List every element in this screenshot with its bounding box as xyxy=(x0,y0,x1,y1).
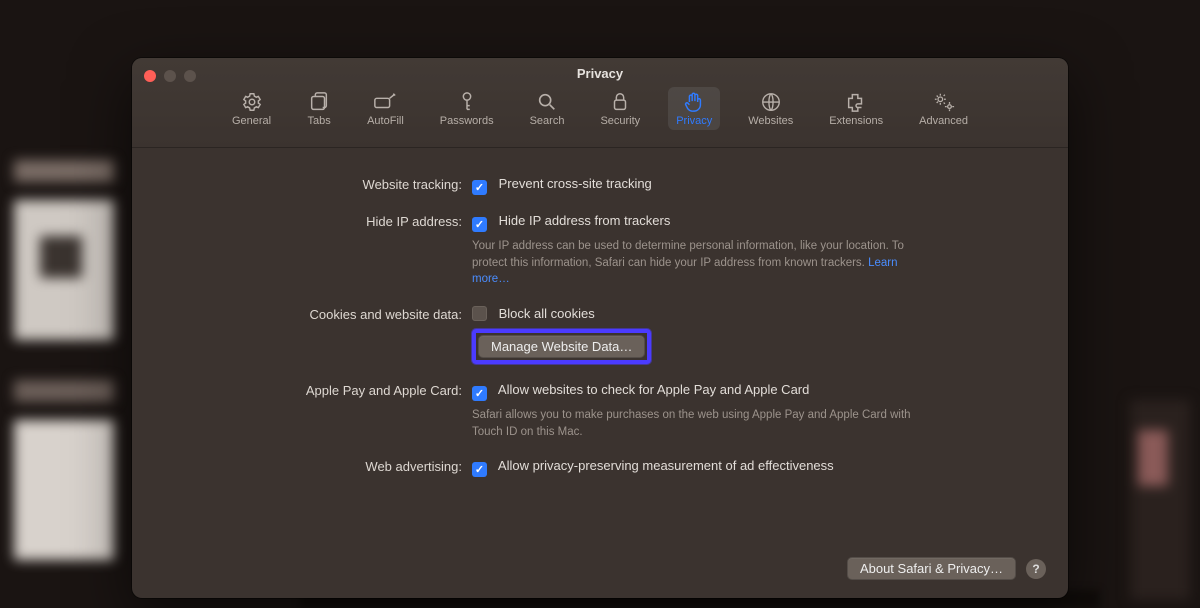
tab-websites[interactable]: Websites xyxy=(740,87,801,130)
help-text-body: Your IP address can be used to determine… xyxy=(472,240,904,269)
background-shape xyxy=(1130,400,1190,600)
preferences-window: Privacy General Tabs AutoFill Passwords … xyxy=(132,58,1068,598)
row-label: Website tracking: xyxy=(172,176,472,192)
option-label: Block all cookies xyxy=(499,306,595,321)
hide-ip-row: Hide IP address: ✓ Hide IP address from … xyxy=(172,213,1012,288)
tab-label: Advanced xyxy=(919,115,968,127)
puzzle-icon xyxy=(844,91,868,113)
tab-label: General xyxy=(232,115,271,127)
apple-pay-row: Apple Pay and Apple Card: ✓ Allow websit… xyxy=(172,382,1012,440)
tab-label: Passwords xyxy=(440,115,494,127)
tab-extensions[interactable]: Extensions xyxy=(821,87,891,130)
tab-advanced[interactable]: Advanced xyxy=(911,87,976,130)
preferences-toolbar: General Tabs AutoFill Passwords Search S… xyxy=(132,87,1068,130)
tab-label: Tabs xyxy=(307,115,330,127)
option-label: Allow privacy-preserving measurement of … xyxy=(498,458,834,473)
highlight-annotation: Manage Website Data… xyxy=(472,329,651,364)
titlebar: Privacy General Tabs AutoFill Passwords … xyxy=(132,58,1068,148)
background-shape xyxy=(14,380,114,402)
background-shape xyxy=(14,200,114,340)
help-text: Your IP address can be used to determine… xyxy=(472,238,912,288)
autofill-icon xyxy=(373,91,397,113)
hand-icon xyxy=(682,91,706,113)
row-label: Hide IP address: xyxy=(172,213,472,229)
web-advertising-row: Web advertising: ✓ Allow privacy-preserv… xyxy=(172,458,1012,477)
tab-passwords[interactable]: Passwords xyxy=(432,87,502,130)
hide-ip-checkbox[interactable]: ✓ xyxy=(472,217,487,232)
option-label: Allow websites to check for Apple Pay an… xyxy=(498,382,809,397)
tab-general[interactable]: General xyxy=(224,87,279,130)
globe-icon xyxy=(759,91,783,113)
gears-icon xyxy=(932,91,956,113)
option-label: Hide IP address from trackers xyxy=(499,213,671,228)
help-text: Safari allows you to make purchases on t… xyxy=(472,407,912,440)
tab-label: Extensions xyxy=(829,115,883,127)
tab-label: Websites xyxy=(748,115,793,127)
background-shape xyxy=(14,420,114,560)
tabs-icon xyxy=(307,91,331,113)
manage-website-data-button[interactable]: Manage Website Data… xyxy=(478,335,645,358)
apple-pay-checkbox[interactable]: ✓ xyxy=(472,386,487,401)
lock-icon xyxy=(608,91,632,113)
tab-privacy[interactable]: Privacy xyxy=(668,87,720,130)
close-window-button[interactable] xyxy=(144,70,156,82)
gear-icon xyxy=(240,91,264,113)
search-icon xyxy=(535,91,559,113)
website-tracking-row: Website tracking: ✓ Prevent cross-site t… xyxy=(172,176,1012,195)
cookies-row: Cookies and website data: Block all cook… xyxy=(172,306,1012,364)
tab-label: Privacy xyxy=(676,115,712,127)
tab-security[interactable]: Security xyxy=(592,87,648,130)
background-shape xyxy=(14,160,114,182)
minimize-window-button[interactable] xyxy=(164,70,176,82)
prevent-cross-site-tracking-checkbox[interactable]: ✓ xyxy=(472,180,487,195)
zoom-window-button[interactable] xyxy=(184,70,196,82)
help-button[interactable]: ? xyxy=(1026,559,1046,579)
tab-search[interactable]: Search xyxy=(522,87,573,130)
row-label: Apple Pay and Apple Card: xyxy=(172,382,472,398)
row-label: Cookies and website data: xyxy=(172,306,472,322)
tab-label: Search xyxy=(530,115,565,127)
preferences-content: Website tracking: ✓ Prevent cross-site t… xyxy=(132,148,1068,557)
window-title: Privacy xyxy=(132,58,1068,81)
about-safari-privacy-button[interactable]: About Safari & Privacy… xyxy=(847,557,1016,580)
footer: About Safari & Privacy… ? xyxy=(132,557,1068,598)
block-all-cookies-checkbox[interactable] xyxy=(472,306,487,321)
tab-autofill[interactable]: AutoFill xyxy=(359,87,412,130)
option-label: Prevent cross-site tracking xyxy=(499,176,652,191)
key-icon xyxy=(455,91,479,113)
ad-measurement-checkbox[interactable]: ✓ xyxy=(472,462,487,477)
row-label: Web advertising: xyxy=(172,458,472,474)
tab-label: Security xyxy=(600,115,640,127)
window-controls xyxy=(144,70,196,82)
tab-tabs[interactable]: Tabs xyxy=(299,87,339,130)
tab-label: AutoFill xyxy=(367,115,404,127)
